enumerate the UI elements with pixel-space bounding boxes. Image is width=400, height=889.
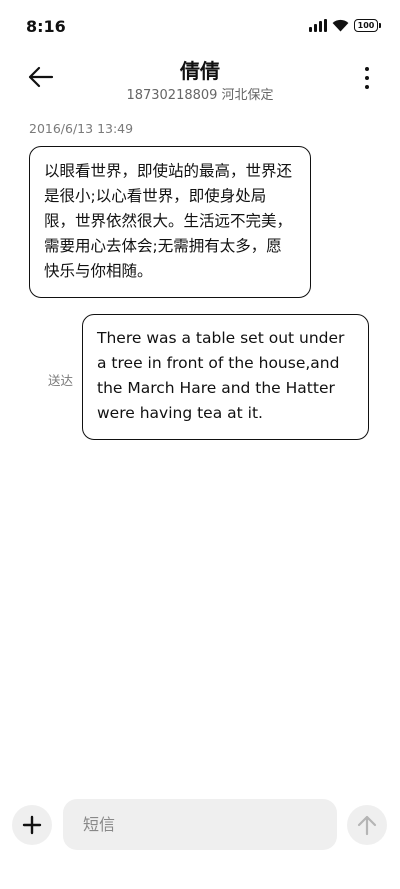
more-options-button[interactable] — [360, 64, 374, 92]
add-attachment-button[interactable] — [12, 805, 52, 845]
contact-name: 倩倩 — [180, 59, 220, 83]
outgoing-message-bubble[interactable]: There was a table set out under a tree i… — [82, 314, 369, 440]
battery-level: 100 — [357, 21, 375, 30]
sms-input[interactable] — [63, 799, 337, 850]
conversation-header: 倩倩 18730218809 河北保定 — [0, 52, 400, 108]
wifi-icon — [332, 19, 349, 32]
status-time: 8:16 — [26, 17, 66, 36]
composer-bar — [0, 796, 400, 856]
battery-icon: 100 — [354, 19, 381, 32]
outgoing-message-text: There was a table set out under a tree i… — [97, 329, 345, 422]
sms-conversation-screen: 8:16 100 倩倩 18730218809 河北保定 2016/6/13 1… — [0, 0, 400, 889]
incoming-message-bubble[interactable]: 以眼看世界，即使站的最高，世界还是很小;以心看世界，即使身处局限，世界依然很大。… — [29, 146, 311, 298]
more-vertical-icon — [365, 67, 369, 89]
incoming-message-text: 以眼看世界，即使站的最高，世界还是很小;以心看世界，即使身处局限，世界依然很大。… — [44, 162, 293, 280]
message-timestamp: 2016/6/13 13:49 — [29, 121, 134, 136]
delivery-status: 送达 — [48, 373, 74, 388]
status-bar: 8:16 100 — [0, 0, 400, 52]
signal-icon — [309, 19, 327, 32]
plus-icon — [22, 815, 42, 835]
contact-number-location: 18730218809 河北保定 — [126, 88, 274, 103]
status-icons: 100 — [309, 19, 381, 32]
send-button[interactable] — [347, 805, 387, 845]
send-arrow-up-icon — [357, 815, 377, 836]
